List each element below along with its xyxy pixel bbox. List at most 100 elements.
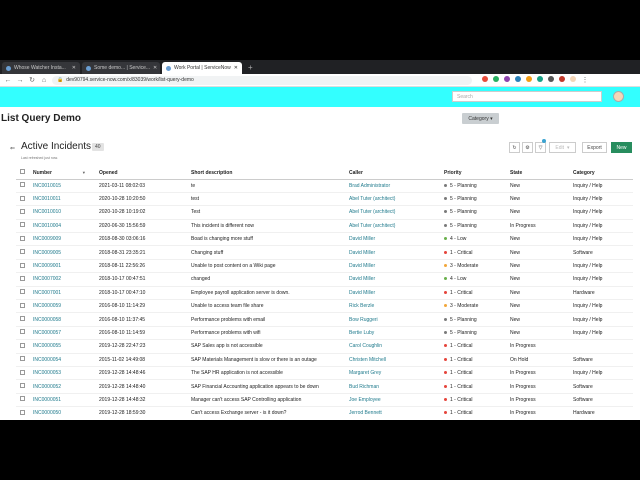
table-row[interactable]: INC0010004 2020-06-30 15:56:59 This incide… bbox=[16, 219, 633, 234]
row-checkbox[interactable] bbox=[16, 192, 33, 207]
row-checkbox[interactable] bbox=[16, 339, 33, 354]
back-icon[interactable]: ← bbox=[4, 77, 12, 84]
table-row[interactable]: INC0009009 2018-08-30 03:06:16 Boad is cha… bbox=[16, 232, 633, 247]
row-checkbox[interactable] bbox=[16, 232, 33, 247]
row-checkbox[interactable] bbox=[16, 393, 33, 408]
filter-icon[interactable]: ▽ bbox=[535, 142, 546, 153]
caller-link[interactable]: Margaret Grey bbox=[349, 366, 444, 381]
table-row[interactable]: INC0000053 2019-12-28 14:48:46 The SAP HR … bbox=[16, 366, 633, 381]
new-button[interactable]: New bbox=[611, 142, 632, 153]
table-row[interactable]: INC0010011 2020-10-28 10:20:50 test Abel Tu… bbox=[16, 192, 633, 207]
incident-number-link[interactable]: INC0010004 bbox=[33, 219, 99, 234]
profile-avatar-icon[interactable] bbox=[570, 76, 576, 82]
caller-link[interactable]: Christen Mitchell bbox=[349, 353, 444, 367]
column-header-caller[interactable]: Caller bbox=[349, 167, 444, 180]
row-checkbox[interactable] bbox=[16, 259, 33, 274]
incident-number-link[interactable]: INC0000052 bbox=[33, 379, 99, 394]
url-input[interactable]: 🔒 dev90794.service-now.com/x/83039/work/… bbox=[52, 75, 472, 85]
table-row[interactable]: INC0000052 2019-12-28 14:48:40 SAP Financi… bbox=[16, 379, 633, 394]
table-row[interactable]: INC0010015 2021-03-11 08:02:03 te Brad Admi… bbox=[16, 179, 633, 193]
incident-number-link[interactable]: INC0009005 bbox=[33, 245, 99, 260]
column-header-category[interactable]: Category bbox=[573, 167, 633, 180]
sort-down-icon[interactable]: ▼ bbox=[82, 170, 86, 175]
home-icon[interactable]: ⌂ bbox=[40, 77, 48, 84]
row-checkbox[interactable] bbox=[16, 245, 33, 260]
table-row[interactable]: INC0000051 2019-12-28 14:48:32 Manager can… bbox=[16, 393, 633, 408]
incident-number-link[interactable]: INC0000050 bbox=[33, 406, 99, 420]
browser-tab-3[interactable]: Work Portal | ServiceNow ✕ bbox=[162, 62, 242, 74]
caller-link[interactable]: David Miller bbox=[349, 245, 444, 260]
export-button[interactable]: Export bbox=[582, 142, 607, 153]
incident-number-link[interactable]: INC0010010 bbox=[33, 205, 99, 220]
category-dropdown-button[interactable]: Category ▾ bbox=[462, 113, 499, 124]
table-row[interactable]: INC0007001 2018-10-17 00:47:10 Employee pa… bbox=[16, 286, 633, 301]
caller-link[interactable]: Joe Employee bbox=[349, 393, 444, 408]
caller-link[interactable]: David Miller bbox=[349, 272, 444, 287]
column-header-number[interactable]: Number ▼ bbox=[33, 167, 99, 180]
row-checkbox[interactable] bbox=[16, 312, 33, 327]
select-all-checkbox[interactable] bbox=[16, 167, 33, 180]
column-header-state[interactable]: State bbox=[510, 167, 573, 180]
caller-link[interactable]: Bertie Luby bbox=[349, 326, 444, 341]
row-checkbox[interactable] bbox=[16, 272, 33, 287]
extension-icon[interactable] bbox=[515, 76, 521, 82]
row-checkbox[interactable] bbox=[16, 299, 33, 314]
incident-number-link[interactable]: INC0007001 bbox=[33, 286, 99, 301]
collapse-icon[interactable]: ⇐ bbox=[10, 145, 15, 152]
forward-icon[interactable]: → bbox=[16, 77, 24, 84]
extension-icon[interactable] bbox=[482, 76, 488, 82]
edit-button[interactable]: Edit ▾ bbox=[549, 142, 576, 153]
avatar[interactable] bbox=[613, 91, 624, 102]
table-row[interactable]: INC0000057 2016-08-10 11:14:59 Performance… bbox=[16, 326, 633, 341]
refresh-button[interactable]: ↻ bbox=[509, 142, 520, 153]
caller-link[interactable]: David Miller bbox=[349, 286, 444, 301]
incident-number-link[interactable]: INC0000055 bbox=[33, 339, 99, 354]
caller-link[interactable]: Carol Coughlin bbox=[349, 339, 444, 354]
close-icon[interactable]: ✕ bbox=[72, 65, 76, 71]
caller-link[interactable]: Abel Tuter (architect) bbox=[349, 192, 444, 207]
column-header-short-description[interactable]: Short description bbox=[191, 167, 349, 180]
extension-icon[interactable] bbox=[548, 76, 554, 82]
incident-number-link[interactable]: INC0009001 bbox=[33, 259, 99, 274]
caller-link[interactable]: Bow Ruggeri bbox=[349, 312, 444, 327]
incident-number-link[interactable]: INC0000053 bbox=[33, 366, 99, 381]
close-icon[interactable]: ✕ bbox=[153, 65, 157, 71]
caller-link[interactable]: Jerrod Bennett bbox=[349, 406, 444, 420]
incident-number-link[interactable]: INC0000051 bbox=[33, 393, 99, 408]
incident-number-link[interactable]: INC0000057 bbox=[33, 326, 99, 341]
browser-tab-1[interactable]: Whose Watcher Insta... ✕ bbox=[2, 62, 80, 74]
caller-link[interactable]: Abel Tuter (architect) bbox=[349, 219, 444, 234]
caller-link[interactable]: Brad Administrator bbox=[349, 179, 444, 193]
table-row[interactable]: INC0000058 2016-08-10 11:37:45 Performance… bbox=[16, 312, 633, 327]
row-checkbox[interactable] bbox=[16, 353, 33, 367]
close-icon[interactable]: ✕ bbox=[234, 65, 238, 71]
incident-number-link[interactable]: INC0009009 bbox=[33, 232, 99, 247]
table-row[interactable]: INC0000055 2019-12-28 22:47:23 SAP Sales a… bbox=[16, 339, 633, 354]
caller-link[interactable]: David Miller bbox=[349, 259, 444, 274]
menu-icon[interactable]: ⋮ bbox=[581, 76, 589, 84]
extension-icon[interactable] bbox=[537, 76, 543, 82]
table-row[interactable]: INC0007002 2018-10-17 00:47:51 changed Davi… bbox=[16, 272, 633, 287]
settings-gear-icon[interactable]: ⚙ bbox=[522, 142, 533, 153]
row-checkbox[interactable] bbox=[16, 179, 33, 193]
extension-icon[interactable] bbox=[493, 76, 499, 82]
caller-link[interactable]: Bud Richman bbox=[349, 379, 444, 394]
caller-link[interactable]: Rick Berzle bbox=[349, 299, 444, 314]
table-row[interactable]: INC0000054 2015-11-02 14:49:08 SAP Materia… bbox=[16, 353, 633, 367]
table-row[interactable]: INC0000059 2016-08-10 11:14:29 Unable to a… bbox=[16, 299, 633, 314]
table-row[interactable]: INC0010010 2020-10-28 10:19:02 Test Abel Tu… bbox=[16, 205, 633, 220]
row-checkbox[interactable] bbox=[16, 326, 33, 341]
row-checkbox[interactable] bbox=[16, 379, 33, 394]
search-input[interactable]: Search bbox=[452, 91, 602, 102]
extension-icon[interactable] bbox=[526, 76, 532, 82]
incident-number-link[interactable]: INC0000059 bbox=[33, 299, 99, 314]
row-checkbox[interactable] bbox=[16, 406, 33, 420]
row-checkbox[interactable] bbox=[16, 205, 33, 220]
browser-tab-2[interactable]: Some demo... | Service... ✕ bbox=[82, 62, 160, 74]
incident-number-link[interactable]: INC0010011 bbox=[33, 192, 99, 207]
extension-icon[interactable] bbox=[504, 76, 510, 82]
caller-link[interactable]: David Miller bbox=[349, 232, 444, 247]
new-tab-icon[interactable]: + bbox=[248, 62, 253, 74]
incident-number-link[interactable]: INC0000054 bbox=[33, 353, 99, 367]
table-row[interactable]: INC0009005 2018-08-31 23:35:21 Changing st… bbox=[16, 245, 633, 260]
